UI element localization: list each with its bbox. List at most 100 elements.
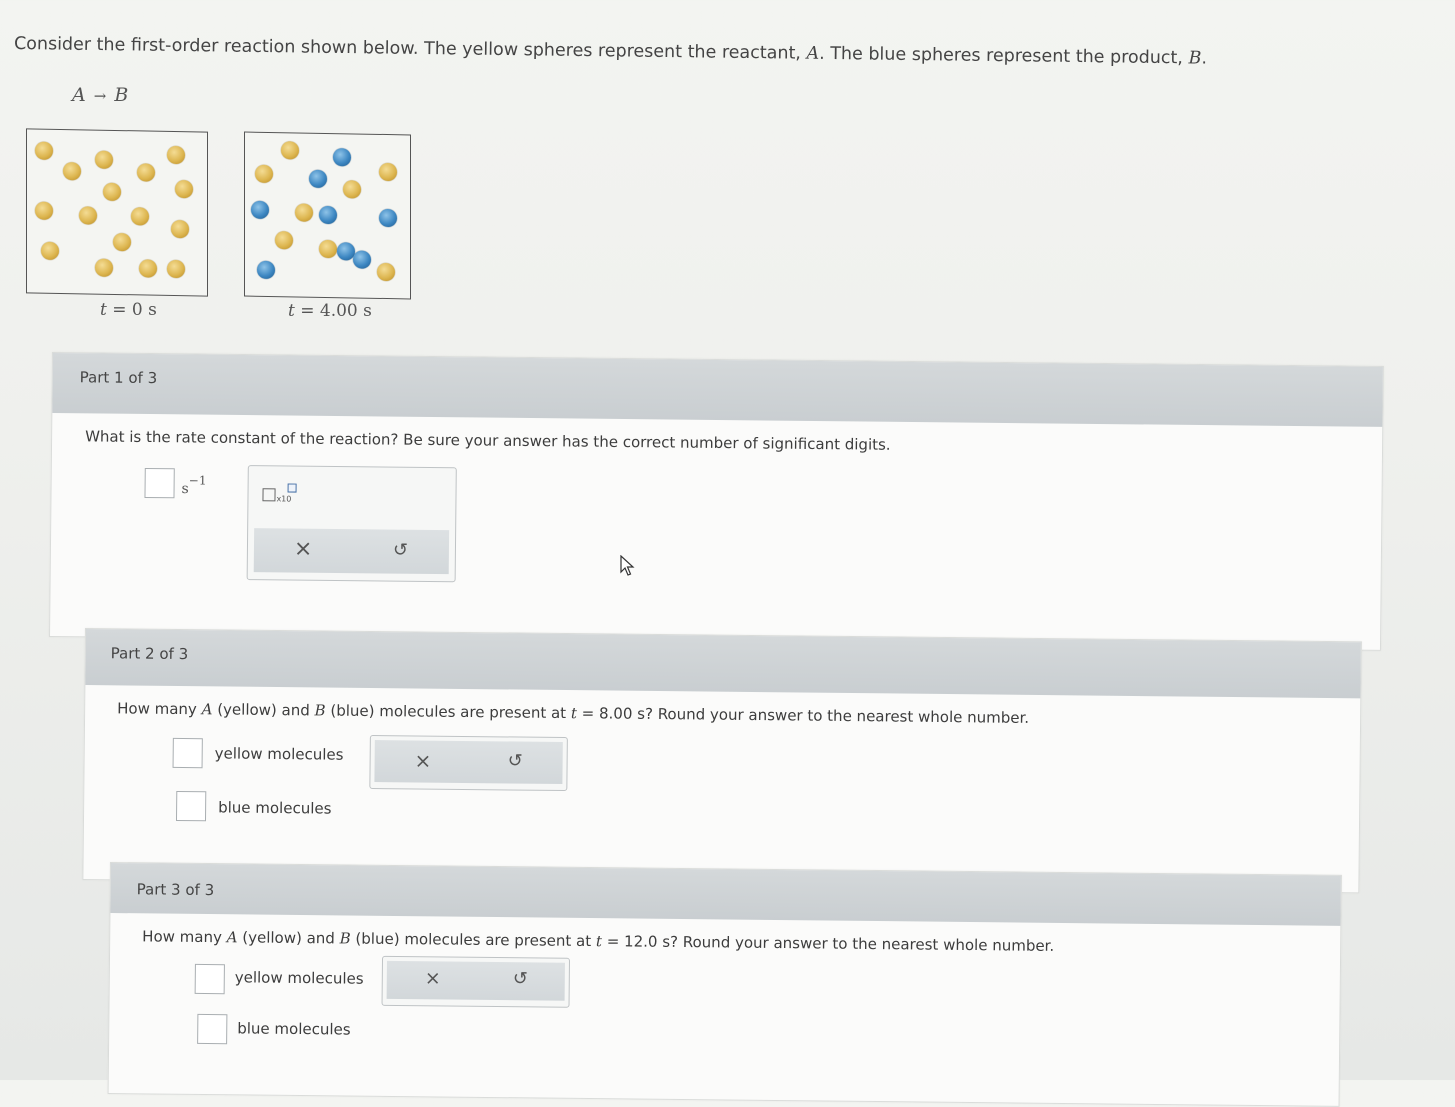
time-value: = 4.00 s bbox=[300, 301, 372, 321]
part-3-tool-bar bbox=[386, 960, 565, 1001]
rate-constant-unit: s−1 bbox=[181, 473, 206, 497]
q-text: How many bbox=[117, 699, 197, 719]
yellow-molecule bbox=[281, 141, 299, 160]
clear-icon[interactable]: × bbox=[425, 967, 441, 989]
part-3-yellow-label: yellow molecules bbox=[234, 968, 364, 988]
problem-statement: Consider the first-order reaction shown … bbox=[14, 34, 1207, 69]
diagram-t0 bbox=[26, 128, 208, 297]
yellow-molecule bbox=[175, 180, 193, 199]
product-symbol: B bbox=[1188, 48, 1202, 69]
yellow-molecule bbox=[295, 203, 313, 222]
part-3-blue-input[interactable] bbox=[197, 1013, 228, 1045]
intro-text: Consider the first-order reaction shown … bbox=[13, 34, 802, 64]
yellow-molecule bbox=[95, 258, 113, 277]
yellow-molecule bbox=[139, 259, 157, 278]
yellow-molecule bbox=[167, 259, 185, 279]
undo-icon[interactable]: ↺ bbox=[393, 540, 408, 561]
q-var-a: A bbox=[201, 700, 213, 719]
yellow-molecule bbox=[171, 219, 189, 239]
blue-molecule bbox=[319, 205, 337, 225]
sci-notation-button[interactable]: x10 bbox=[260, 482, 300, 506]
part-1-header bbox=[52, 353, 1383, 427]
yellow-molecule bbox=[255, 164, 273, 184]
yellow-molecule bbox=[41, 241, 59, 260]
part-3-yellow-input[interactable] bbox=[194, 963, 225, 995]
blue-molecule bbox=[379, 208, 397, 228]
yellow-molecule bbox=[63, 162, 81, 181]
q-text: (blue) molecules are present at bbox=[355, 929, 592, 951]
blue-molecule bbox=[257, 260, 275, 280]
part-3-question: How many A (yellow) and B (blue) molecul… bbox=[142, 927, 1054, 955]
yellow-molecule bbox=[95, 150, 113, 169]
part-1-question: What is the rate constant of the reactio… bbox=[85, 427, 891, 454]
yellow-molecule bbox=[131, 207, 149, 226]
equation-product: B bbox=[114, 84, 129, 106]
sci-base-box-icon bbox=[262, 488, 276, 502]
time-var: t bbox=[100, 300, 107, 320]
yellow-molecule bbox=[113, 232, 131, 252]
diagram-t4-label: t = 4.00 s bbox=[288, 301, 372, 321]
intro-suffix: . bbox=[1201, 48, 1208, 69]
equation-reactant: A bbox=[72, 84, 86, 106]
part-3-title: Part 3 of 3 bbox=[136, 880, 215, 900]
blue-molecule bbox=[309, 169, 327, 188]
mouse-cursor-icon bbox=[620, 555, 635, 576]
intro-middle: . The blue spheres represent the product… bbox=[819, 43, 1184, 69]
diagram-t0-label: t = 0 s bbox=[100, 300, 157, 320]
part-1-toolbox: x10 × ↺ bbox=[246, 465, 457, 583]
diagram-t4 bbox=[244, 131, 411, 300]
sci-x10-label: x10 bbox=[276, 494, 292, 504]
part-2-panel: Part 2 of 3 How many A (yellow) and B (b… bbox=[82, 628, 1362, 894]
q-var-b: B bbox=[339, 929, 351, 948]
q-text: How many bbox=[142, 927, 223, 947]
blue-molecule bbox=[353, 250, 371, 269]
q-text: = 8.00 s? Round your answer to the neare… bbox=[581, 704, 1030, 727]
part-2-toolbox: × ↺ bbox=[369, 734, 568, 792]
time-var: t bbox=[288, 301, 295, 321]
sci-exponent-box-icon bbox=[287, 483, 297, 493]
q-var-t: t bbox=[595, 932, 603, 951]
yellow-molecule bbox=[35, 141, 53, 160]
rate-constant-input[interactable] bbox=[144, 467, 175, 499]
yellow-molecule bbox=[103, 182, 121, 202]
yellow-molecule bbox=[167, 145, 185, 165]
yellow-molecule bbox=[343, 180, 361, 199]
reactant-symbol: A bbox=[806, 43, 820, 64]
undo-icon[interactable]: ↺ bbox=[508, 750, 523, 771]
yellow-molecule bbox=[137, 163, 155, 182]
undo-icon[interactable]: ↺ bbox=[513, 968, 528, 989]
part-1-tool-bar bbox=[253, 528, 450, 575]
part-1-title: Part 1 of 3 bbox=[79, 368, 158, 388]
q-text: (yellow) and bbox=[242, 928, 335, 948]
part-2-blue-input[interactable] bbox=[175, 790, 207, 822]
q-var-b: B bbox=[314, 701, 326, 720]
yellow-molecule bbox=[319, 239, 337, 259]
reaction-arrow-icon: → bbox=[93, 87, 107, 105]
yellow-molecule bbox=[275, 231, 293, 250]
part-1-panel: Part 1 of 3 What is the rate constant of… bbox=[49, 352, 1384, 651]
part-2-title: Part 2 of 3 bbox=[110, 644, 189, 664]
blue-molecule bbox=[333, 148, 351, 167]
part-3-blue-label: blue molecules bbox=[237, 1019, 351, 1039]
yellow-molecule bbox=[377, 262, 395, 282]
blue-molecule bbox=[251, 200, 269, 219]
q-var-a: A bbox=[226, 928, 238, 947]
part-2-yellow-label: yellow molecules bbox=[214, 744, 344, 764]
part-2-yellow-input[interactable] bbox=[172, 737, 203, 769]
yellow-molecule bbox=[79, 206, 97, 225]
clear-icon[interactable]: × bbox=[294, 537, 313, 562]
q-var-t: t bbox=[570, 704, 578, 723]
part-2-question: How many A (yellow) and B (blue) molecul… bbox=[117, 699, 1029, 727]
q-text: = 12.0 s? Round your answer to the neare… bbox=[606, 932, 1055, 955]
part-2-blue-label: blue molecules bbox=[218, 798, 332, 818]
part-2-header bbox=[85, 629, 1361, 699]
part-3-header bbox=[110, 863, 1341, 926]
reaction-equation: A → B bbox=[72, 84, 128, 106]
part-2-tool-bar bbox=[374, 740, 563, 785]
part-3-panel: Part 3 of 3 How many A (yellow) and B (b… bbox=[107, 862, 1342, 1107]
part-3-toolbox: × ↺ bbox=[381, 955, 571, 1008]
yellow-molecule bbox=[379, 162, 397, 182]
q-text: (yellow) and bbox=[217, 700, 310, 720]
time-value: = 0 s bbox=[112, 300, 157, 320]
clear-icon[interactable]: × bbox=[415, 748, 432, 772]
